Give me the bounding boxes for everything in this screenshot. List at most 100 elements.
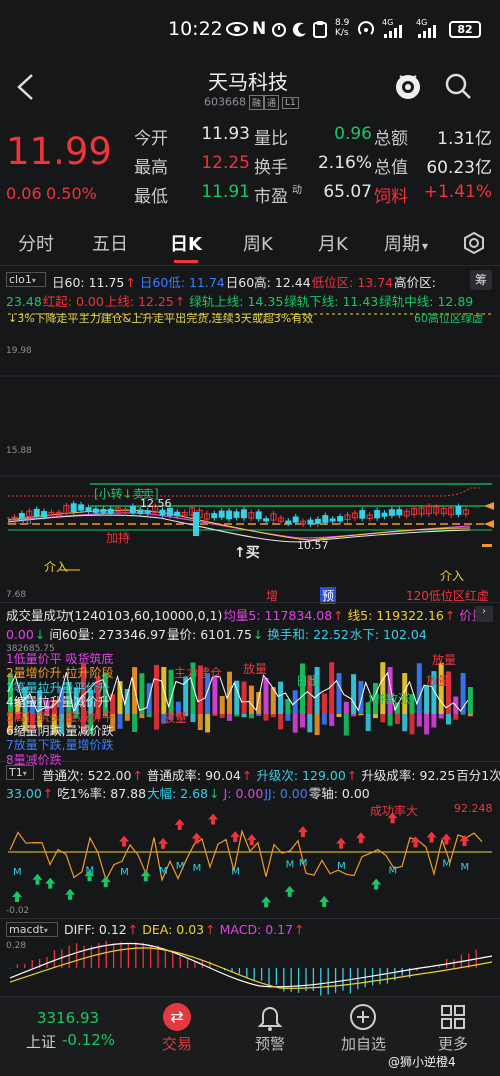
status-bar: 10:22 N 8.9 K/s 4G 4G 82 [0, 0, 500, 60]
volume-bar-lower [467, 714, 473, 717]
period-tabs: 分时 五日 日K 周K 月K 周期 ▾ [0, 218, 500, 266]
volume-bar-lower [460, 714, 466, 715]
t1-arrow-stem [249, 840, 254, 846]
level-badge: L1 [282, 96, 299, 109]
y-label-15-88: 15.88 [6, 446, 32, 456]
quote-label: 最低 [134, 187, 168, 207]
grid-icon[interactable] [440, 1004, 466, 1030]
success-rate-label: 成功率大 [370, 804, 419, 818]
tab-daily-k[interactable]: 日K [170, 230, 202, 256]
trade-icon[interactable]: ⇄ [163, 1003, 191, 1031]
volume-legend-item: 2量增价升,拉升阶段 [6, 666, 114, 681]
volume-more-icon[interactable]: › [475, 606, 493, 622]
volume-legend: 1低量价平 吸货筑底 2量增价升,拉升阶段 3等量拉升量平价升 4缩量拉升量减价升 5高… [6, 652, 113, 767]
indicator-segment: 升级次: 129.00 [256, 768, 346, 783]
volume-bar-lower [380, 714, 386, 723]
t1-arrow-head [158, 837, 169, 844]
chips-button[interactable]: 筹 [470, 270, 492, 290]
macd-indicator-line: DIFF: 0.12↑ DEA: 0.03↑ MACD: 0.17↑ [64, 922, 309, 937]
tab-weekly-k[interactable]: 周K [243, 230, 273, 256]
t1-arrow-stem [322, 901, 327, 907]
index-value[interactable]: 3316.93 [37, 1009, 99, 1027]
tab-period[interactable]: 周期 ▾ [384, 230, 428, 256]
volume-bar [336, 673, 342, 714]
quote-value: 11.91 [201, 182, 250, 202]
t1-glyph: M [176, 861, 185, 872]
t1-chart: M M M M M M MM M M MM M [8, 812, 492, 908]
volume-bar [329, 662, 335, 714]
volume-bar-lower [446, 714, 451, 725]
search-icon[interactable] [444, 72, 472, 100]
price-change: 0.06 [6, 184, 42, 203]
quote-label: 总值 [374, 158, 408, 178]
bell-icon[interactable] [257, 1003, 283, 1031]
tab-monthly-k[interactable]: 月K [318, 230, 348, 256]
nav-alert[interactable]: 预警 [255, 1033, 285, 1054]
y-label-19-98: 19.98 [6, 346, 32, 356]
indicator-segment: 高价区: [394, 275, 436, 290]
quote-panel: 11.99 0.06 0.50% 今开 11.93 量比 0.96 总额 1.31亿 最高 1… [0, 118, 500, 218]
indicator-segment: 普通成率: 90.04 [146, 768, 241, 783]
nav-add-watchlist[interactable]: 加自选 [341, 1033, 386, 1054]
indicator-segment: 换手和: 22.52 [267, 627, 349, 642]
settings-icon[interactable] [462, 231, 486, 255]
main-indicator-select[interactable]: clo1▾ [6, 272, 46, 287]
volume-bar-lower [336, 714, 342, 717]
nav-trade[interactable]: 交易 [162, 1033, 192, 1054]
candle-body [78, 504, 85, 511]
t1-arrow-stem [413, 842, 418, 848]
plus-circle-icon[interactable] [349, 1003, 377, 1031]
tab-intraday[interactable]: 分时 [18, 230, 54, 256]
t1-indicator-select[interactable]: T1▾ [6, 765, 34, 780]
candle-body [33, 508, 40, 517]
volume-bar-lower [387, 714, 393, 726]
candle-body [218, 510, 225, 518]
volume-bar-lower [132, 714, 138, 733]
volume-legend-item: 5高位筑头,量减价平 [6, 709, 114, 724]
volume-bar-lower [402, 714, 408, 732]
candle-body [92, 508, 99, 513]
t1-arrow-head [284, 885, 295, 892]
candle-body [226, 510, 233, 520]
volume-bar-lower [285, 714, 291, 721]
macd-indicator-select[interactable]: macdt▾ [6, 922, 58, 937]
t1-arrow-stem [177, 824, 182, 830]
tag-fangliang-4: 放量 [163, 711, 188, 725]
t1-glyph: M [337, 861, 346, 872]
t1-arrow-head [355, 832, 366, 839]
volume-chevron-icon[interactable]: ▾ [68, 609, 72, 618]
index-name[interactable]: 上证 [26, 1031, 56, 1052]
title-bar: 天马科技 603668 融通 L1 [0, 60, 500, 116]
t1-arrow-stem [287, 891, 292, 897]
volume-bar [467, 687, 473, 714]
t1-arrow-stem [211, 819, 216, 825]
t1-arrow-stem [358, 838, 363, 844]
t1-arrow-head [45, 877, 56, 884]
volume-bar [263, 677, 269, 714]
indicator-segment: 33.00 [6, 786, 42, 801]
t1-arrow-stem [103, 882, 108, 888]
macd-chevron-icon: ▾ [43, 926, 48, 935]
t1-arrow-head [426, 831, 437, 838]
t1-arrow-head [100, 876, 111, 883]
mascot-icon[interactable] [392, 70, 424, 102]
back-icon[interactable] [14, 72, 36, 102]
indicator-segment: 百分1次: [456, 768, 500, 783]
label-low-price: 10.57 [297, 539, 329, 552]
nav-more[interactable]: 更多 [438, 1033, 468, 1054]
volume-bar-lower [190, 714, 196, 723]
macd-indicator-label: macdt [9, 923, 44, 936]
t1-arrow-stem [300, 832, 305, 838]
hotspot-icon [358, 21, 374, 35]
indicator-segment: ↑ [294, 922, 305, 937]
t1-arrow-head [140, 870, 151, 877]
tab-five-day[interactable]: 五日 [92, 230, 128, 256]
volume-bar-lower [234, 714, 240, 717]
indicator-segment: ↑ [241, 768, 253, 783]
volume-indicator-line2: 0.00↓ 间60量: 273346.97量价: 6101.75↓ 换手和: 22.… [6, 624, 428, 643]
index-change[interactable]: -0.12% [62, 1031, 115, 1049]
candle-body [107, 508, 114, 514]
candle-body [233, 511, 240, 518]
t1-arrow-head [319, 895, 330, 902]
candle-body [396, 509, 403, 516]
